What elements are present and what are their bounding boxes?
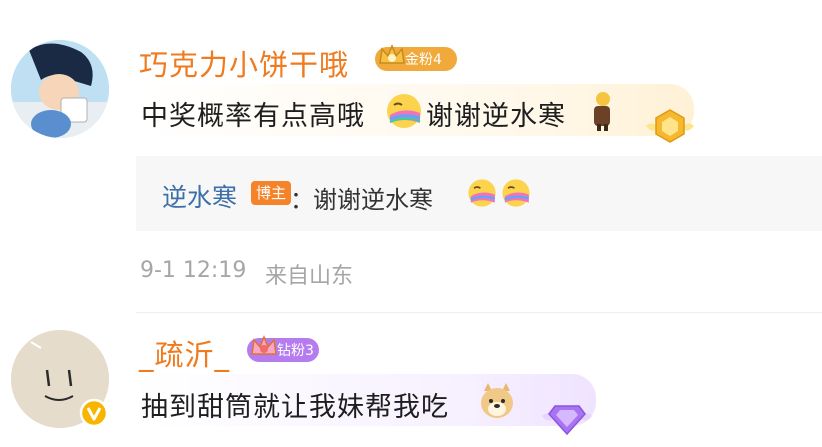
comment-text: 抽到甜筒就让我妹帮我吃: [141, 392, 449, 423]
avatar[interactable]: [11, 40, 109, 138]
author-tag: 博主: [251, 181, 292, 205]
fan-badge[interactable]: 钻粉3: [247, 334, 319, 362]
crown-icon: [249, 332, 279, 362]
rainbow-kiss-emoji-icon: [500, 177, 532, 209]
purple-diamond-icon: [540, 396, 594, 438]
fan-badge[interactable]: 金粉4: [375, 43, 457, 71]
crown-icon: [377, 41, 407, 71]
doge-emoji-icon: [476, 381, 518, 423]
comment-text: 中奖概率有点高哦: [141, 101, 365, 132]
verified-v-icon: [79, 398, 109, 428]
comment-divider: [136, 312, 822, 313]
username[interactable]: _疏沂_: [139, 332, 230, 374]
reply-separator: ：: [290, 186, 314, 214]
gold-gem-icon: [644, 106, 696, 148]
doll-icon: [586, 90, 616, 132]
username[interactable]: 巧克力小饼干哦: [139, 42, 349, 84]
fan-badge-label: 钻粉3: [277, 343, 314, 359]
comment-timestamp: 9-1 12:19: [140, 258, 247, 283]
comment-text-tail: 谢谢逆水寒: [426, 101, 566, 132]
comment-location: 来自山东: [265, 264, 354, 289]
rainbow-kiss-emoji-icon: [466, 177, 498, 209]
rainbow-kiss-emoji-icon: [384, 91, 424, 131]
reply-author-name[interactable]: 逆水寒: [162, 178, 237, 214]
fan-badge-label: 金粉4: [405, 52, 442, 68]
reply-text: 谢谢逆水寒: [313, 186, 433, 214]
